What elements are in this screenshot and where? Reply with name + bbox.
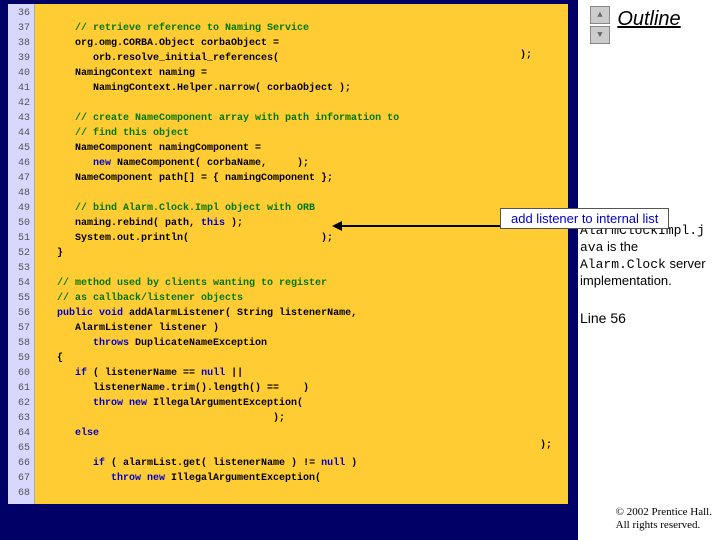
line-reference: Line 56: [580, 310, 626, 326]
annotation-text: AlarmClockImpl.j ava is the Alarm.Clock …: [580, 222, 715, 289]
callout-box: add listener to internal list: [500, 208, 669, 229]
scroll-up-icon[interactable]: ▲: [590, 6, 610, 24]
trailing-token: );: [540, 440, 552, 451]
scroll-controls: ▲ ▼: [590, 6, 610, 44]
line-gutter: 36 37 38 39 40 41 42 43 44 45 46 47 48 4…: [8, 4, 35, 504]
callout-arrow: [340, 225, 520, 227]
copyright: © 2002 Prentice Hall. All rights reserve…: [616, 506, 712, 532]
scroll-down-icon[interactable]: ▼: [590, 26, 610, 44]
code-body: // retrieve reference to Naming Service …: [35, 4, 568, 504]
code-area: 36 37 38 39 40 41 42 43 44 45 46 47 48 4…: [8, 4, 568, 504]
stray-paren: );: [520, 50, 532, 61]
